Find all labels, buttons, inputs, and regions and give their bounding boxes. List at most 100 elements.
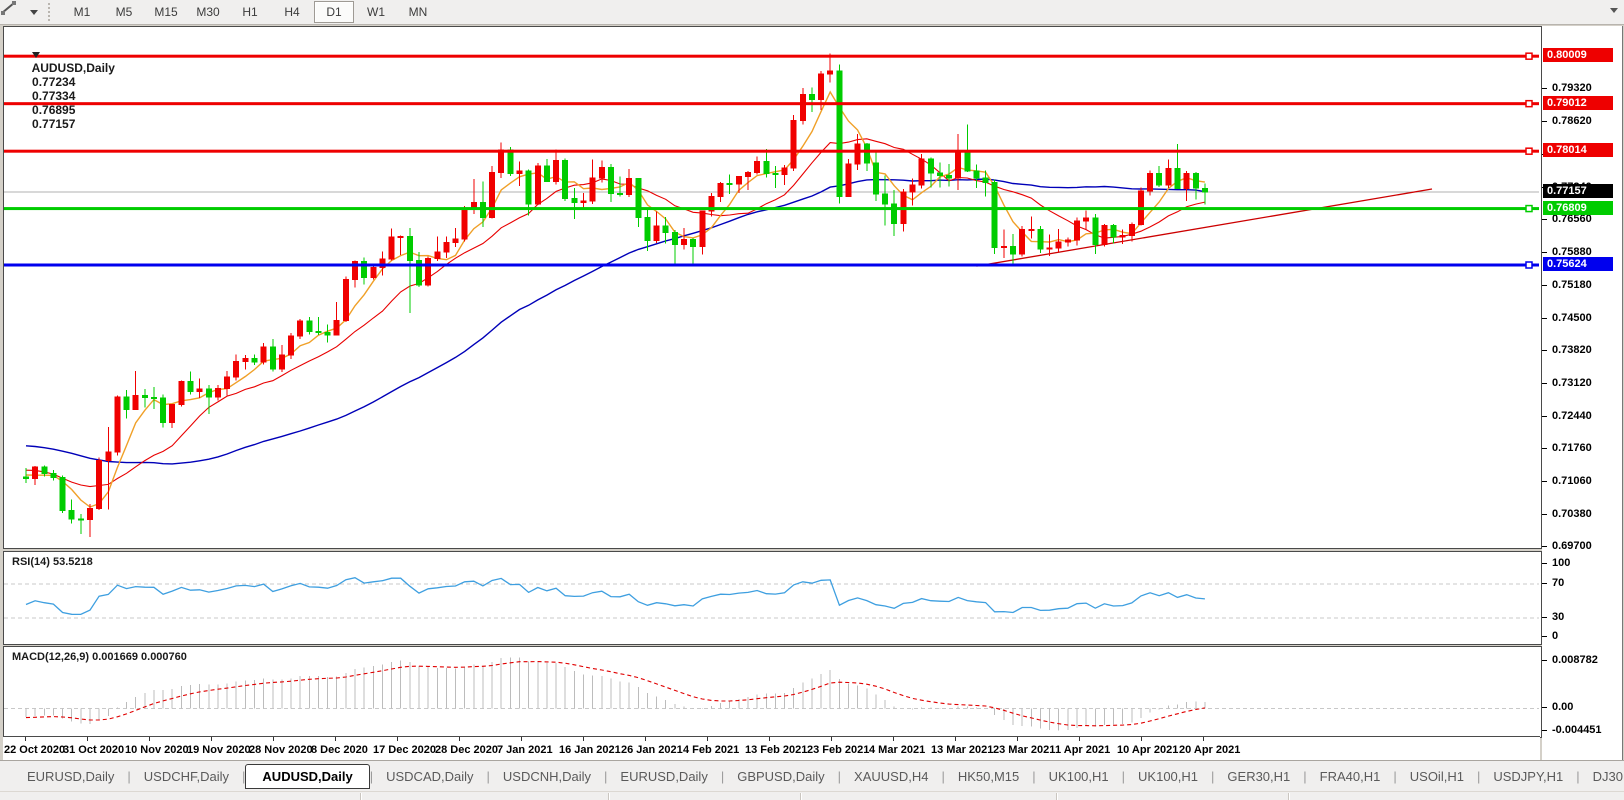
- resistance-line[interactable]: [4, 55, 1539, 58]
- candle-body-down: [864, 144, 869, 163]
- timeframe-button-h1[interactable]: H1: [230, 1, 270, 23]
- timeframe-button-w1[interactable]: W1: [356, 1, 396, 23]
- candle-body-down: [773, 173, 778, 174]
- tab-fra40-h1-12[interactable]: FRA40,H1: [1307, 765, 1394, 788]
- resistance-line-handle[interactable]: [1526, 148, 1532, 154]
- trendline-tool-icon[interactable]: [2, 2, 28, 22]
- tool-dropdown-icon[interactable]: [30, 10, 38, 15]
- rsi-panel[interactable]: RSI(14) 53.5218: [3, 551, 1542, 645]
- timeframe-button-m30[interactable]: M30: [188, 1, 228, 23]
- tab-xauusd-h4-7[interactable]: XAUUSD,H4: [841, 765, 941, 788]
- macd-canvas[interactable]: [4, 647, 1539, 735]
- ohlc-high: 0.77334: [32, 89, 75, 103]
- date-label: 28 Nov 2020: [249, 744, 313, 756]
- macd-axis-label: 0.008782: [1552, 654, 1598, 666]
- toolbar-overflow-icon[interactable]: [1610, 8, 1618, 13]
- candle-body-down: [837, 71, 842, 197]
- candle-body-down: [307, 321, 312, 331]
- date-tick: [645, 737, 646, 741]
- date-tick: [1141, 737, 1142, 741]
- tab-gbpusd-daily-6[interactable]: GBPUSD,Daily: [724, 765, 837, 788]
- candle-body-up: [279, 355, 284, 369]
- candle-body-up: [682, 239, 687, 244]
- tab-usoil-h1-13[interactable]: USOil,H1: [1397, 765, 1477, 788]
- date-label: 10 Apr 2021: [1117, 744, 1178, 756]
- candle-body-down: [1157, 173, 1162, 185]
- tab-usdcad-daily-3[interactable]: USDCAD,Daily: [373, 765, 486, 788]
- support-line-handle[interactable]: [1526, 262, 1532, 268]
- resistance-line[interactable]: [4, 102, 1539, 105]
- main-chart-canvas[interactable]: [4, 27, 1539, 546]
- ohlc-open: 0.77234: [32, 75, 75, 89]
- tab-dj30-weekly-15[interactable]: DJ30,Weekly: [1580, 765, 1624, 788]
- tab-usdjpy-h1-14[interactable]: USDJPY,H1: [1480, 765, 1576, 788]
- date-tick: [459, 737, 460, 741]
- date-label: 13 Feb 2021: [745, 744, 807, 756]
- main-chart-panel[interactable]: AUDUSD,Daily 0.77234 0.77334 0.76895 0.7…: [3, 26, 1542, 549]
- price-tick-dash: [1542, 481, 1547, 482]
- tab-ger30-h1-11[interactable]: GER30,H1: [1214, 765, 1303, 788]
- timeframe-button-mn[interactable]: MN: [398, 1, 438, 23]
- candle-body-up: [846, 164, 851, 196]
- price-tick-label: 0.70380: [1552, 508, 1592, 520]
- chart-title-collapse-icon[interactable]: [32, 52, 40, 58]
- date-tick: [831, 737, 832, 741]
- candle-body-up: [1166, 169, 1171, 186]
- support-line-handle[interactable]: [1526, 206, 1532, 212]
- candle-body-down: [965, 152, 970, 171]
- level-price-label[interactable]: 0.79012: [1543, 96, 1613, 110]
- timeframe-button-m15[interactable]: M15: [146, 1, 186, 23]
- tab-uk100-h1-10[interactable]: UK100,H1: [1125, 765, 1211, 788]
- price-tick-label: 0.79320: [1552, 82, 1592, 94]
- resistance-line-handle[interactable]: [1526, 53, 1532, 59]
- tab-uk100-h1-9[interactable]: UK100,H1: [1036, 765, 1122, 788]
- tab-hk50-m15-8[interactable]: HK50,M15: [945, 765, 1032, 788]
- candle-body-down: [983, 178, 988, 182]
- rsi-label: RSI(14) 53.5218: [12, 556, 93, 568]
- candle-body-up: [179, 381, 184, 404]
- candle-body-down: [544, 166, 549, 181]
- date-label: 20 Apr 2021: [1179, 744, 1240, 756]
- price-tick-label: 0.72440: [1552, 410, 1592, 422]
- candle-body-up: [755, 161, 760, 172]
- candle-body-down: [645, 218, 650, 241]
- tab-usdchf-daily-1[interactable]: USDCHF,Daily: [131, 765, 242, 788]
- resistance-line-handle[interactable]: [1526, 101, 1532, 107]
- rsi-tick-dash: [1542, 583, 1547, 584]
- support-line[interactable]: [4, 207, 1539, 210]
- tab-usdcnh-daily-4[interactable]: USDCNH,Daily: [490, 765, 604, 788]
- candle-body-up: [745, 172, 750, 176]
- level-price-label[interactable]: 0.78014: [1543, 143, 1613, 157]
- tab-audusd-daily-2[interactable]: AUDUSD,Daily: [245, 764, 369, 789]
- level-price-label[interactable]: 0.75624: [1543, 257, 1613, 271]
- candle-body-up: [261, 347, 266, 362]
- candle-body-up: [535, 166, 540, 204]
- price-tick-label: 0.74500: [1552, 312, 1592, 324]
- support-trendline[interactable]: [976, 189, 1432, 266]
- ohlc-low: 0.76895: [32, 103, 75, 117]
- candle-body-down: [663, 226, 668, 232]
- date-tick: [583, 737, 584, 741]
- resistance-line[interactable]: [4, 150, 1539, 153]
- tab-eurusd-daily-0[interactable]: EURUSD,Daily: [14, 765, 127, 788]
- macd-panel[interactable]: MACD(12,26,9) 0.001669 0.000760: [3, 646, 1542, 738]
- date-tick: [397, 737, 398, 741]
- support-line[interactable]: [4, 264, 1539, 267]
- toolbar-grip[interactable]: [48, 3, 55, 21]
- candle-body-up: [1001, 247, 1006, 248]
- date-label: 28 Dec 2020: [435, 744, 498, 756]
- timeframe-button-d1[interactable]: D1: [314, 1, 354, 23]
- timeframe-button-m1[interactable]: M1: [62, 1, 102, 23]
- timeframe-button-m5[interactable]: M5: [104, 1, 144, 23]
- candle-body-up: [97, 460, 102, 508]
- tab-eurusd-daily-5[interactable]: EURUSD,Daily: [607, 765, 720, 788]
- candle-body-up: [243, 359, 248, 362]
- candle-body-up: [371, 268, 376, 278]
- candle-body-up: [462, 208, 467, 239]
- rsi-tick-dash: [1542, 563, 1547, 564]
- timeframe-button-h4[interactable]: H4: [272, 1, 312, 23]
- rsi-canvas[interactable]: [4, 552, 1539, 642]
- ma-medium-line: [26, 139, 1205, 487]
- level-price-label[interactable]: 0.76809: [1543, 201, 1613, 215]
- level-price-label[interactable]: 0.80009: [1543, 48, 1613, 62]
